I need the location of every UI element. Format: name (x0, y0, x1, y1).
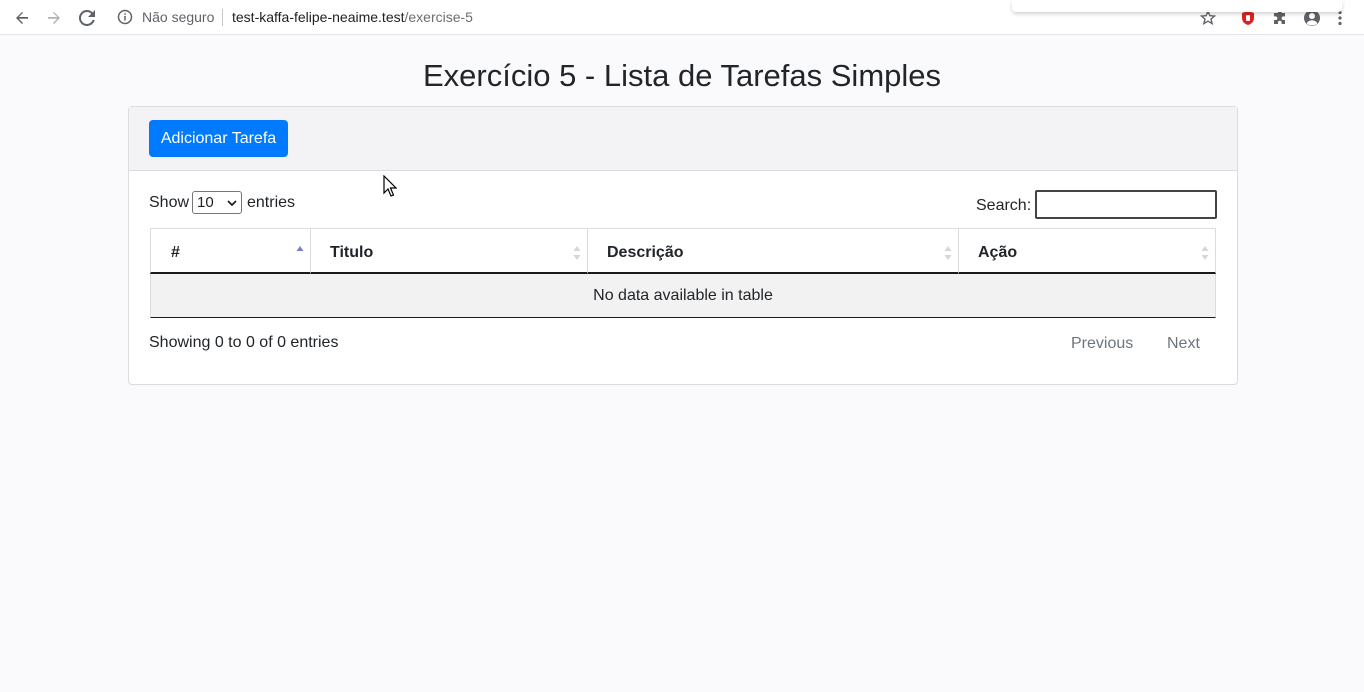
entries-label: entries (247, 194, 296, 211)
forward-icon[interactable] (44, 8, 64, 28)
column-header-label: Descrição (607, 244, 684, 261)
sort-both-icon (1201, 246, 1209, 260)
popup-panel-edge (1012, 0, 1342, 12)
previous-page-button[interactable]: Previous (1071, 335, 1133, 353)
column-header-descricao[interactable]: Descrição (587, 228, 958, 274)
sort-ascending-icon (296, 246, 304, 251)
page-length-value: 10 (197, 194, 214, 211)
show-label: Show (149, 194, 190, 211)
sort-both-icon (573, 246, 581, 260)
column-header-label: # (171, 244, 180, 261)
url-host: test-kaffa-felipe-neaime.test (232, 9, 405, 25)
browser-toolbar: Não seguro test-kaffa-felipe-neaime.test… (0, 0, 1364, 35)
column-header-acao[interactable]: Ação (958, 228, 1216, 274)
empty-table-message: No data available in table (150, 274, 1216, 318)
security-label[interactable]: Não seguro (142, 9, 214, 25)
table-info: Showing 0 to 0 of 0 entries (149, 334, 339, 351)
page-length-select[interactable]: 10 (192, 191, 242, 214)
url-path: /exercise-5 (404, 9, 473, 25)
card-header: Adicionar Tarefa (129, 107, 1237, 171)
search-input[interactable] (1035, 190, 1217, 219)
column-header-number[interactable]: # (150, 228, 310, 274)
column-header-label: Titulo (330, 244, 374, 261)
page-title: Exercício 5 - Lista de Tarefas Simples (422, 58, 942, 93)
back-icon[interactable] (12, 8, 32, 28)
column-header-titulo[interactable]: Titulo (310, 228, 587, 274)
info-icon[interactable] (117, 9, 133, 25)
add-task-button[interactable]: Adicionar Tarefa (149, 120, 288, 157)
column-header-label: Ação (978, 244, 1018, 261)
reload-icon[interactable] (77, 8, 97, 28)
mouse-cursor-icon (383, 175, 397, 197)
search-label: Search: (976, 197, 1032, 214)
address-divider (222, 9, 223, 26)
sort-both-icon (944, 246, 952, 260)
address-url[interactable]: test-kaffa-felipe-neaime.test/exercise-5 (232, 9, 473, 25)
chevron-down-icon (227, 200, 237, 207)
next-page-button[interactable]: Next (1167, 335, 1200, 353)
